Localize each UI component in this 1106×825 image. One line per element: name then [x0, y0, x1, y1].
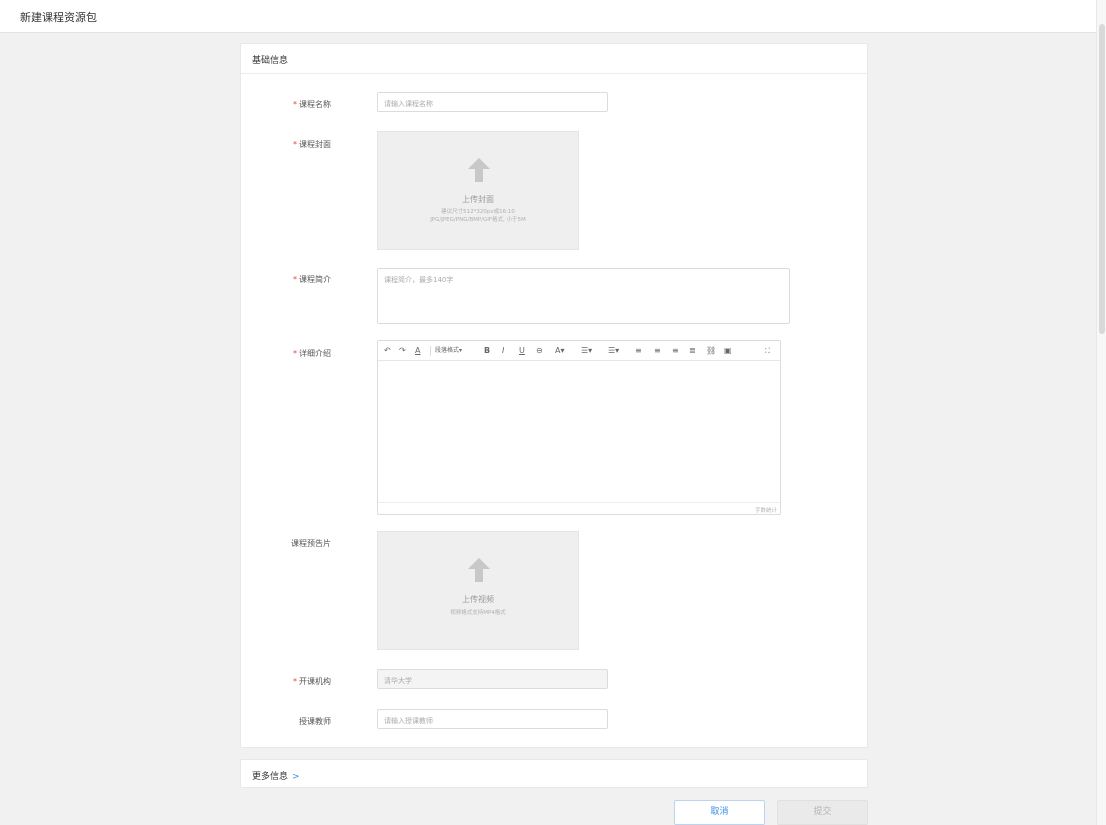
clear-format-icon[interactable]: A	[415, 345, 420, 357]
cover-upload-hint-size: 建议尺寸512*320px或16:10	[441, 209, 515, 215]
teacher-input[interactable]: 请输入授课教师	[377, 709, 608, 729]
page-scrollbar[interactable]	[1096, 0, 1106, 825]
video-upload[interactable]: 上传视频 视频格式支持MP4格式	[377, 531, 579, 650]
course-name-label: * 课程名称	[293, 100, 331, 109]
align-center-icon[interactable]: ≡	[654, 345, 661, 357]
bold-icon[interactable]: B	[484, 345, 490, 357]
video-upload-hint: 视频格式支持MP4格式	[450, 610, 506, 616]
align-left-icon[interactable]: ≡	[635, 345, 642, 357]
align-right-icon[interactable]: ≡	[672, 345, 679, 357]
cover-upload-hint-format: JPG/JPEG/PNG/BMP/GIF格式, 小于5M	[430, 217, 526, 223]
cancel-button[interactable]: 取消	[674, 800, 765, 825]
underline-icon[interactable]: U	[519, 345, 525, 357]
rich-text-editor[interactable]: ↶ ↷ A 段落格式▾ B I U ⊖ A▾ ☰▾ ☰▾ ≡ ≡ ≡ ≣ ⛓ ▣…	[377, 340, 781, 515]
preview-label: 课程预告片	[291, 539, 331, 548]
cover-upload[interactable]: 上传封面 建议尺寸512*320px或16:10 JPG/JPEG/PNG/BM…	[377, 131, 579, 250]
page-title: 新建课程资源包	[20, 11, 97, 24]
upload-arrow-icon	[468, 558, 490, 582]
justify-icon[interactable]: ≣	[689, 345, 696, 357]
top-bar: 新建课程资源包	[0, 0, 1096, 33]
ordered-list-icon[interactable]: ☰▾	[581, 345, 592, 357]
basic-info-header: 基础信息	[241, 44, 867, 74]
word-count: 字数统计	[378, 502, 780, 514]
undo-icon[interactable]: ↶	[384, 345, 391, 357]
submit-button[interactable]: 提交	[777, 800, 868, 825]
detail-label: * 详细介绍	[293, 349, 331, 358]
cover-label: * 课程封面	[293, 140, 331, 149]
redo-icon[interactable]: ↷	[399, 345, 406, 357]
upload-arrow-icon	[468, 158, 490, 182]
course-name-input[interactable]: 请输入课程名称	[377, 92, 608, 112]
scrollbar-thumb[interactable]	[1099, 24, 1105, 334]
teacher-label: 授课教师	[299, 717, 331, 726]
video-upload-title: 上传视频	[462, 595, 494, 604]
chevron-right-icon: >	[292, 772, 300, 782]
link-icon[interactable]: ⛓	[706, 345, 716, 357]
required-mark: *	[293, 100, 297, 109]
font-color-icon[interactable]: A▾	[555, 345, 565, 357]
more-info-label[interactable]: 更多信息 >	[252, 769, 300, 782]
basic-info-title: 基础信息	[252, 56, 289, 66]
basic-info-card: 基础信息 * 课程名称 请输入课程名称 * 课程封面 上传封面 建议尺寸512*32…	[240, 43, 868, 748]
paragraph-format-dropdown[interactable]: 段落格式▾	[435, 345, 462, 357]
fullscreen-icon[interactable]: ⛶	[765, 345, 770, 357]
more-info-section[interactable]: 更多信息 >	[240, 759, 868, 788]
intro-textarea[interactable]: 课程简介，最多140字	[377, 268, 790, 324]
toolbar-divider	[430, 346, 431, 356]
org-input: 清华大学	[377, 669, 608, 689]
strikethrough-icon[interactable]: ⊖	[536, 345, 543, 357]
intro-label: * 课程简介	[293, 275, 331, 284]
editor-toolbar: ↶ ↷ A 段落格式▾ B I U ⊖ A▾ ☰▾ ☰▾ ≡ ≡ ≡ ≣ ⛓ ▣…	[378, 341, 780, 361]
italic-icon[interactable]: I	[502, 345, 504, 357]
cover-upload-title: 上传封面	[462, 195, 494, 204]
org-label: * 开课机构	[293, 677, 331, 686]
unordered-list-icon[interactable]: ☰▾	[608, 345, 619, 357]
image-icon[interactable]: ▣	[724, 345, 732, 357]
